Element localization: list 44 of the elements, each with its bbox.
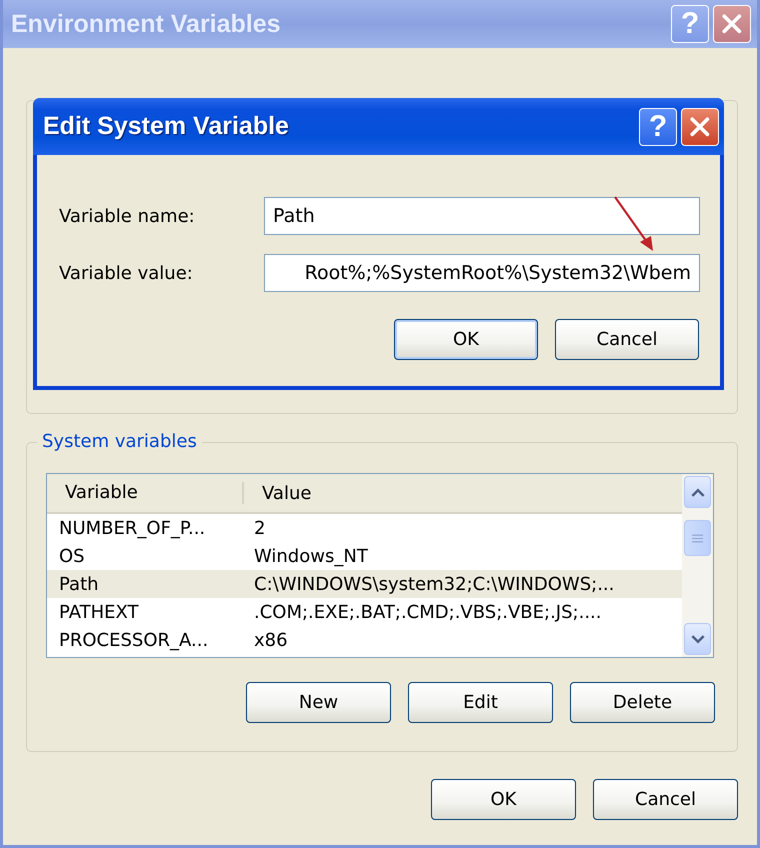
table-cell-text: NUMBER_OF_P...: [58, 518, 206, 538]
grip-icon: [692, 534, 703, 542]
table-cell-text: PATHEXT: [58, 602, 140, 622]
window-title: Edit System Variable: [43, 112, 289, 141]
push-button[interactable]: Delete: [570, 682, 715, 723]
chevron-up-icon: [690, 488, 704, 496]
scroll-down-button[interactable]: [684, 623, 711, 655]
close-icon: [721, 13, 743, 35]
list-row[interactable]: OS Windows_NT: [47, 542, 682, 570]
table-cell-text: PROCESSOR_A...: [58, 630, 210, 650]
input-field[interactable]: Path: [264, 197, 700, 235]
table-cell-text: .COM;.EXE;.BAT;.CMD;.VBS;.VBE;.JS;....: [253, 602, 602, 622]
annotation-arrow: [613, 195, 655, 253]
scroll-thumb[interactable]: [684, 520, 711, 556]
list-view[interactable]: Variable Value NUMBER_OF_P... 2 OS Windows_NT Path C:\WINDOWS\system32;C:\WINDOWS;... PATHEXT .COM;.EXE;.BAT;.CMD;.VBS;.VBE;.JS;.... PROCESSOR_A... x86: [46, 473, 714, 658]
table-cell-text: 2: [253, 518, 266, 538]
field-label: Variable value:: [59, 262, 194, 284]
push-button[interactable]: OK: [431, 779, 576, 820]
group-label: System variables: [37, 431, 202, 452]
list-row[interactable]: PATHEXT .COM;.EXE;.BAT;.CMD;.VBS;.VBE;.JS;....: [47, 598, 682, 626]
list-row[interactable]: PROCESSOR_A... x86: [47, 626, 682, 654]
push-button[interactable]: Cancel: [593, 779, 738, 820]
close-button[interactable]: [681, 108, 719, 146]
list-row[interactable]: NUMBER_OF_P... 2: [47, 514, 682, 542]
push-button[interactable]: Edit: [408, 682, 553, 723]
scroll-up-button[interactable]: [684, 476, 711, 508]
table-cell-text: C:\WINDOWS\system32;C:\WINDOWS;...: [253, 574, 614, 594]
window-title: Environment Variables: [11, 10, 281, 38]
close-icon: [689, 116, 711, 138]
table-cell-text: x86: [253, 630, 288, 650]
chevron-down-icon: [690, 634, 704, 644]
column-header[interactable]: Value: [244, 474, 312, 512]
scrollbar[interactable]: [682, 474, 713, 657]
help-button[interactable]: ?: [639, 108, 677, 146]
table-cell-text: OS: [58, 546, 86, 566]
list-row[interactable]: Path C:\WINDOWS\system32;C:\WINDOWS;...: [47, 570, 682, 598]
push-button[interactable]: OK: [394, 319, 538, 360]
push-button[interactable]: New: [246, 682, 391, 723]
field-label: Variable name:: [59, 206, 196, 226]
push-button[interactable]: Cancel: [555, 319, 699, 360]
column-header[interactable]: Variable: [47, 482, 244, 504]
table-cell-text: Windows_NT: [253, 546, 368, 566]
input-field[interactable]: Root%;%SystemRoot%\System32\Wbem: [264, 254, 700, 292]
table-cell-text: Path: [58, 574, 100, 594]
